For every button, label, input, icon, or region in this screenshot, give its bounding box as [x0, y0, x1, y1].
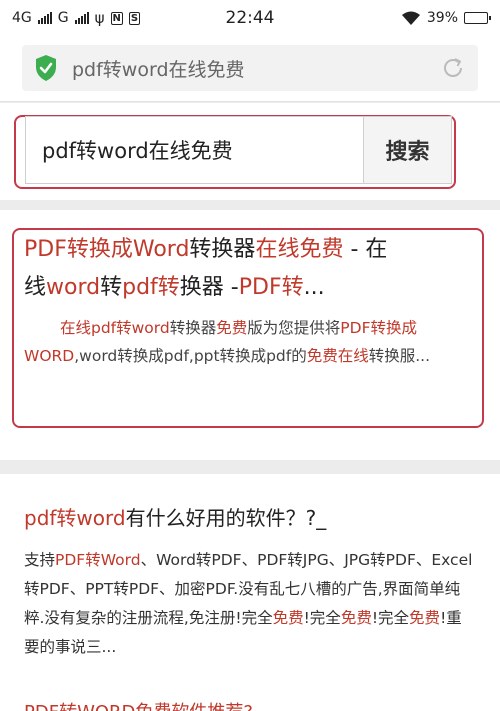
highlighted-keyword: 免费: [272, 609, 304, 627]
text-run: 线: [24, 275, 47, 300]
clock: 22:44: [225, 8, 275, 28]
result-2-title[interactable]: pdf转word有什么好用的软件？?_: [24, 502, 326, 534]
text-run: 转: [100, 275, 123, 300]
s-app-icon: S: [128, 11, 141, 25]
search-input[interactable]: [26, 117, 363, 183]
highlighted-keyword: 免费: [216, 319, 248, 337]
text-run: - 在: [343, 237, 388, 262]
highlighted-keyword: PDF转: [238, 275, 304, 300]
search-box: 搜索: [25, 116, 452, 184]
highlighted-keyword: 免费在线: [306, 347, 369, 365]
usb-icon: ψ: [94, 9, 105, 27]
result-card-1: PDF转换成Word转换器在线免费 - 在 线word转pdf转换器 -PDF转…: [0, 210, 500, 460]
highlighted-keyword: PDF转换成Word: [24, 237, 190, 262]
text-run: ...: [303, 275, 325, 300]
result-card-2: pdf转word有什么好用的软件？?_ 支持PDF转Word、Word转PDF、…: [0, 474, 500, 711]
result-1-title-line-1[interactable]: PDF转换成Word转换器在线免费 - 在: [24, 232, 387, 268]
result-1-snippet: 在线pdf转word转换器免费版为您提供将PDF转换成WORD,word转换成p…: [24, 314, 474, 370]
url-field[interactable]: pdf转word在线免费: [22, 45, 478, 91]
text-run: 有什么好用的软件？?_: [125, 506, 327, 530]
highlighted-keyword: 在线免费: [255, 237, 344, 262]
battery-percent: 39%: [426, 10, 458, 26]
network-label-4g: 4G: [12, 10, 32, 26]
shield-check-icon: [36, 55, 56, 81]
result-3-title-peek[interactable]: PDF转WORD免费软件推荐?: [24, 698, 253, 711]
signal-icon-2: [74, 12, 89, 24]
highlighted-keyword: 在线pdf转word: [60, 319, 170, 337]
url-bar: pdf转word在线免费: [0, 36, 500, 102]
highlighted-keyword: word: [46, 275, 101, 300]
status-right: 39%: [338, 10, 491, 26]
signal-icon: [37, 12, 52, 24]
highlighted-keyword: pdf转word: [24, 506, 126, 530]
result-1-title-line-2[interactable]: 线word转pdf转换器 -PDF转...: [24, 270, 325, 306]
text-run: 转换器: [169, 319, 217, 337]
network-label-g: G: [57, 10, 69, 26]
text-run: 转换器: [189, 237, 256, 262]
result-2-snippet: 支持PDF转Word、Word转PDF、PDF转JPG、JPG转PDF、Exce…: [24, 546, 474, 662]
highlighted-keyword: PDF转Word: [55, 551, 141, 569]
highlighted-keyword: pdf转: [122, 275, 180, 300]
text-run: !完全: [371, 609, 410, 627]
text-run: 换器 -: [179, 275, 239, 300]
reload-icon[interactable]: [440, 55, 466, 81]
nfc-icon: N: [110, 11, 123, 25]
battery-icon: [464, 12, 491, 24]
text-run: 版为您提供将: [247, 319, 341, 337]
status-bar: 4G G ψ N S 22:44 39%: [0, 0, 500, 36]
highlighted-keyword: 免费: [340, 609, 372, 627]
text-run: ,word转换成pdf,ppt转换成pdf的: [74, 347, 307, 365]
text-run: 转换服...: [368, 347, 431, 365]
highlighted-keyword: 免费: [409, 609, 441, 627]
text-run: 支持: [24, 551, 56, 569]
search-button[interactable]: 搜索: [363, 117, 451, 183]
url-text: pdf转word在线免费: [72, 58, 245, 81]
wifi-icon: [401, 11, 420, 25]
text-run: !完全: [303, 609, 341, 627]
